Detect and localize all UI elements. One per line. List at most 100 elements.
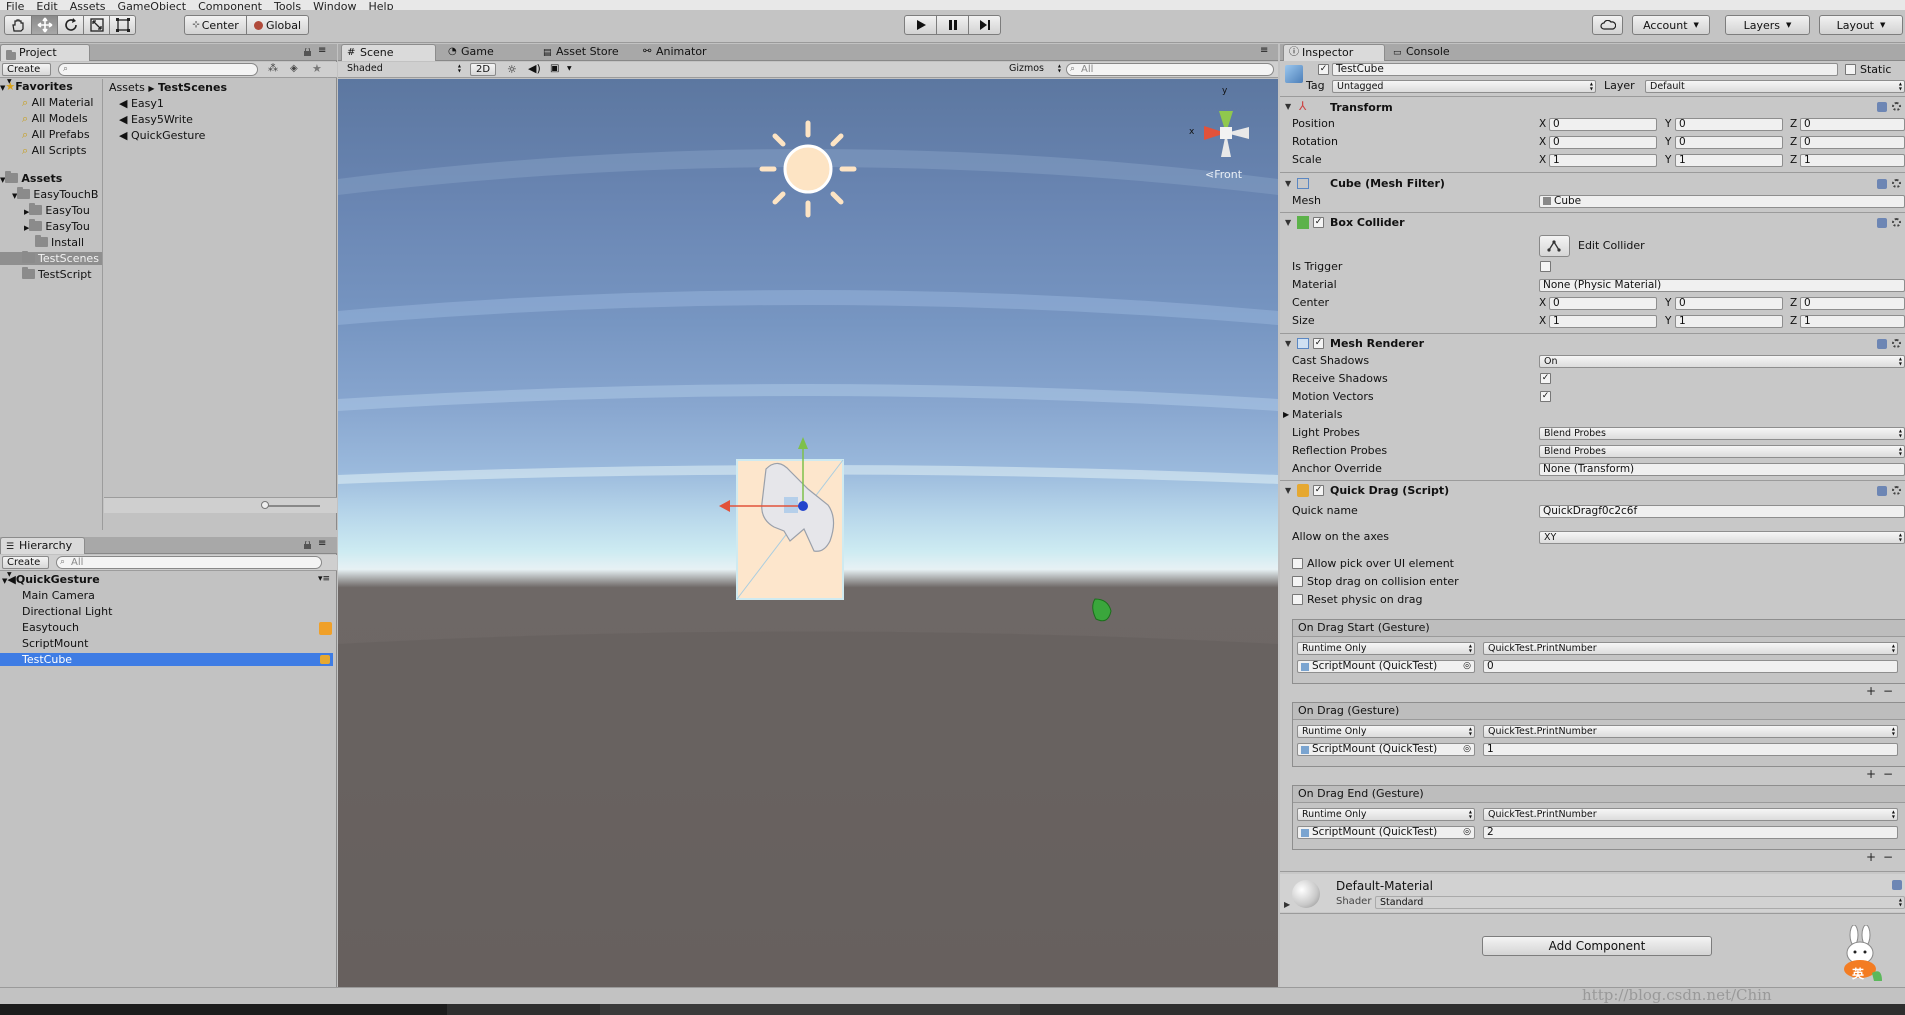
mesh-filter-header[interactable]: ▼ Cube (Mesh Filter) xyxy=(1280,176,1905,192)
tree-folder[interactable]: ▶ EasyTou xyxy=(24,203,90,217)
scene-viewport[interactable]: y x ⋖Front xyxy=(338,79,1278,987)
object-name-field[interactable]: TestCube xyxy=(1332,63,1838,76)
hierarchy-item[interactable]: Easytouch xyxy=(22,621,79,634)
stop-drag-checkbox[interactable] xyxy=(1292,576,1303,587)
position-x-field[interactable]: 0 xyxy=(1549,118,1657,131)
tree-folder[interactable]: ▼ EasyTouchB xyxy=(12,187,98,201)
pause-button[interactable] xyxy=(936,15,969,35)
play-button[interactable] xyxy=(904,15,937,35)
ime-mascot[interactable]: 英 xyxy=(1836,925,1884,985)
help-icon[interactable] xyxy=(1877,102,1887,112)
event-argument-field[interactable]: 1 xyxy=(1483,743,1898,756)
anchor-override-field[interactable]: None (Transform) xyxy=(1539,463,1905,476)
lighting-toggle-icon[interactable]: ☼ xyxy=(507,63,517,76)
favorite-item[interactable]: ⌕ All Material xyxy=(22,96,94,109)
project-create-button[interactable]: Create ▼ xyxy=(2,63,51,85)
tree-folder-selected[interactable]: TestScenes xyxy=(0,251,102,265)
hierarchy-search-input[interactable]: ⌕ All xyxy=(56,556,322,569)
pivot-center-toggle[interactable]: ⊹ Center xyxy=(184,15,247,35)
rotate-tool-button[interactable] xyxy=(57,15,84,35)
menu-component[interactable]: Component xyxy=(192,1,268,10)
reflection-probes-dropdown[interactable]: Blend Probes xyxy=(1539,445,1905,458)
help-icon[interactable] xyxy=(1877,218,1887,228)
component-enabled-checkbox[interactable]: ✓ xyxy=(1313,217,1324,228)
component-enabled-checkbox[interactable]: ✓ xyxy=(1313,338,1324,349)
size-x-field[interactable]: 1 xyxy=(1549,315,1657,328)
scale-x-field[interactable]: 1 xyxy=(1549,154,1657,167)
breadcrumb-root[interactable]: Assets xyxy=(109,81,145,94)
slider-thumb[interactable] xyxy=(261,501,269,509)
scene-menu-icon[interactable]: ▾≡ xyxy=(318,573,330,586)
account-dropdown[interactable]: Account ▼ xyxy=(1632,15,1710,35)
favorite-item[interactable]: ⌕ All Scripts xyxy=(22,144,86,157)
filter-type-icon[interactable]: ⁂ xyxy=(268,63,278,74)
file-item[interactable]: ◀ Easy1 xyxy=(119,97,164,110)
gear-icon[interactable] xyxy=(1892,102,1901,111)
quick-drag-header[interactable]: ▼ ✓ Quick Drag (Script) xyxy=(1280,483,1905,499)
tab-scene[interactable]: # Scene xyxy=(341,44,436,61)
physic-material-field[interactable]: None (Physic Material) xyxy=(1539,279,1905,292)
tab-project[interactable]: Project xyxy=(0,44,90,61)
test-cube-object[interactable] xyxy=(719,437,844,600)
scale-y-field[interactable]: 1 xyxy=(1675,154,1783,167)
tab-inspector[interactable]: ⓘ Inspector xyxy=(1283,44,1385,61)
event-function-dropdown[interactable]: QuickTest.PrintNumber xyxy=(1483,808,1898,821)
file-item[interactable]: ◀ Easy5Write xyxy=(119,113,193,126)
taskbar-item[interactable] xyxy=(600,1004,1020,1015)
rect-tool-button[interactable] xyxy=(109,15,136,35)
receive-shadows-checkbox[interactable]: ✓ xyxy=(1540,373,1551,384)
help-icon[interactable] xyxy=(1877,179,1887,189)
help-icon[interactable] xyxy=(1877,339,1887,349)
space-global-toggle[interactable]: Global xyxy=(246,15,309,35)
position-y-field[interactable]: 0 xyxy=(1675,118,1783,131)
box-collider-header[interactable]: ▼ ✓ Box Collider xyxy=(1280,215,1905,231)
allow-axes-dropdown[interactable]: XY xyxy=(1539,531,1905,544)
tab-animator[interactable]: ⚯ Animator xyxy=(638,44,728,61)
rotation-z-field[interactable]: 0 xyxy=(1800,136,1905,149)
hand-tool-button[interactable] xyxy=(4,15,32,35)
mesh-renderer-header[interactable]: ▼ ✓ Mesh Renderer xyxy=(1280,336,1905,352)
event-target-field[interactable]: ScriptMount (QuickTest) ◎ xyxy=(1297,660,1475,673)
reset-physic-checkbox[interactable] xyxy=(1292,594,1303,605)
layers-dropdown[interactable]: Layers ▼ xyxy=(1725,15,1810,35)
lock-icon[interactable] xyxy=(304,541,311,549)
effects-toggle-icon[interactable]: ▣ xyxy=(550,63,559,74)
cast-shadows-dropdown[interactable]: On xyxy=(1539,355,1905,368)
light-probes-dropdown[interactable]: Blend Probes xyxy=(1539,427,1905,440)
position-z-field[interactable]: 0 xyxy=(1800,118,1905,131)
transform-header[interactable]: ▼ ⅄ Transform xyxy=(1280,99,1905,115)
event-function-dropdown[interactable]: QuickTest.PrintNumber xyxy=(1483,642,1898,655)
tab-console[interactable]: ▭ Console xyxy=(1388,44,1478,61)
fold-arrow-icon[interactable]: ▶ xyxy=(1284,900,1290,909)
event-argument-field[interactable]: 2 xyxy=(1483,826,1898,839)
tag-dropdown[interactable]: Untagged xyxy=(1332,80,1596,93)
hierarchy-item[interactable]: Directional Light xyxy=(22,605,112,618)
menu-file[interactable]: File xyxy=(0,1,30,10)
allow-pick-checkbox[interactable] xyxy=(1292,558,1303,569)
panel-menu-icon[interactable]: ≡ xyxy=(1260,45,1268,56)
size-y-field[interactable]: 1 xyxy=(1675,315,1783,328)
panel-menu-icon[interactable]: ≡ xyxy=(318,45,326,56)
rotation-y-field[interactable]: 0 xyxy=(1675,136,1783,149)
gear-icon[interactable] xyxy=(1892,486,1901,495)
light-probe-marker[interactable] xyxy=(1092,598,1112,622)
scene-root[interactable]: ▼◀QuickGesture ▾≡ xyxy=(2,573,332,586)
menu-window[interactable]: Window xyxy=(307,1,362,10)
panel-menu-icon[interactable]: ≡ xyxy=(318,538,326,549)
center-z-field[interactable]: 0 xyxy=(1800,297,1905,310)
object-picker-icon[interactable]: ◎ xyxy=(1463,744,1471,755)
move-tool-button[interactable] xyxy=(31,15,58,35)
event-argument-field[interactable]: 0 xyxy=(1483,660,1898,673)
scale-tool-button[interactable] xyxy=(83,15,110,35)
icon-size-slider[interactable] xyxy=(264,505,320,507)
favorite-star-icon[interactable]: ★ xyxy=(312,62,322,75)
cloud-button[interactable] xyxy=(1592,15,1623,35)
2d-toggle[interactable]: 2D xyxy=(470,63,496,76)
tab-game[interactable]: ◔ Game xyxy=(443,44,533,61)
rotation-x-field[interactable]: 0 xyxy=(1549,136,1657,149)
edit-collider-button[interactable] xyxy=(1539,235,1570,257)
add-component-button[interactable]: Add Component xyxy=(1482,936,1712,956)
menu-assets[interactable]: Assets xyxy=(64,1,112,10)
quick-name-field[interactable]: QuickDragf0c2c6f xyxy=(1539,505,1905,518)
step-button[interactable] xyxy=(968,15,1001,35)
